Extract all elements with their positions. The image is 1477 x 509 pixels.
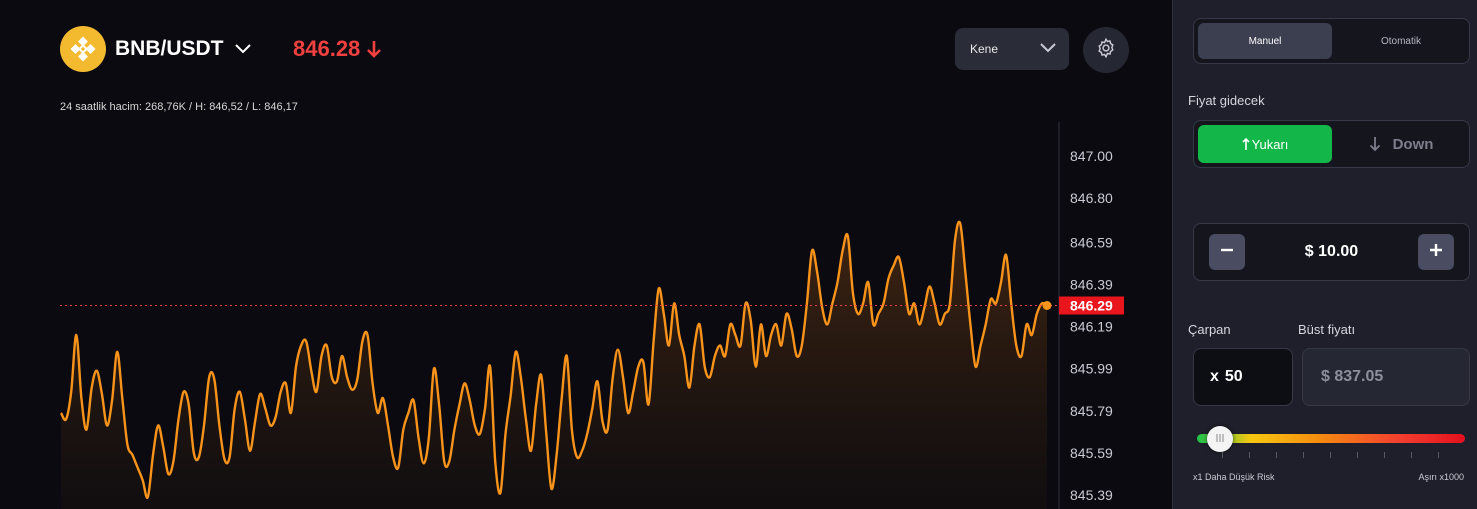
direction-toggle: Yukarı Down [1193, 120, 1470, 168]
increase-amount-button[interactable] [1418, 234, 1454, 270]
multiplier-label: Çarpan [1188, 322, 1231, 337]
multiplier-value: 50 [1224, 368, 1243, 385]
slider-tick [1384, 452, 1385, 458]
multiplier-input[interactable]: x 50 [1193, 348, 1293, 406]
amount-stepper: $ 10.00 [1193, 223, 1470, 281]
slider-tick [1438, 452, 1439, 458]
minus-icon [1219, 242, 1235, 263]
arrow-down-icon [1369, 136, 1381, 152]
plus-icon [1428, 242, 1444, 263]
tab-manual[interactable]: Manuel [1198, 23, 1332, 59]
up-button-label: Yukarı [1251, 136, 1289, 152]
y-tick-label: 846.59 [1070, 234, 1113, 250]
slider-tick [1276, 452, 1277, 458]
y-tick-label: 845.79 [1070, 403, 1113, 419]
grip-icon [1215, 430, 1225, 448]
slider-tick [1357, 452, 1358, 458]
multiplier-prefix: x [1210, 368, 1219, 385]
y-tick-label: 846.80 [1070, 190, 1113, 206]
decrease-amount-button[interactable] [1209, 234, 1245, 270]
chart-area: BNB/USDT 846.28 24 saatlik hacim: 268,76… [0, 0, 1172, 509]
bust-price-field: $ 837.05 [1302, 348, 1470, 406]
current-price-marker [1042, 300, 1052, 310]
price-chart[interactable]: 847.00 846.80 846.59 846.39 846.19 845.99 845.… [0, 0, 1172, 509]
slider-tick [1249, 452, 1250, 458]
direction-label: Fiyat gidecek [1188, 93, 1265, 108]
y-tick-label: 846.39 [1070, 276, 1113, 292]
y-tick-label: 845.39 [1070, 487, 1113, 503]
up-button[interactable]: Yukarı [1198, 125, 1332, 163]
arrow-up-icon [1241, 137, 1250, 151]
y-tick-label: 847.00 [1070, 148, 1113, 164]
trade-panel: Manuel Otomatik Fiyat gidecek Yukarı Dow… [1172, 0, 1477, 509]
slider-tick [1411, 452, 1412, 458]
risk-min-label: x1 Daha Düşük Risk [1193, 472, 1275, 482]
down-button[interactable]: Down [1336, 125, 1466, 163]
slider-tick [1330, 452, 1331, 458]
risk-slider-track[interactable] [1197, 434, 1465, 443]
mode-tabs: Manuel Otomatik [1193, 18, 1470, 64]
slider-tick [1303, 452, 1304, 458]
y-tick-label: 845.99 [1070, 361, 1113, 377]
down-button-label: Down [1392, 135, 1434, 153]
current-price-label: 846.29 [1070, 297, 1113, 313]
risk-slider-thumb[interactable] [1207, 426, 1233, 452]
y-tick-label: 846.19 [1070, 319, 1113, 335]
risk-max-label: Aşırı x1000 [1418, 472, 1464, 482]
bust-price-label: Büst fiyatı [1298, 322, 1356, 337]
slider-tick [1222, 452, 1223, 458]
y-tick-label: 845.59 [1070, 445, 1113, 461]
price-area-fill [61, 221, 1047, 509]
tab-automatic[interactable]: Otomatik [1334, 23, 1468, 59]
